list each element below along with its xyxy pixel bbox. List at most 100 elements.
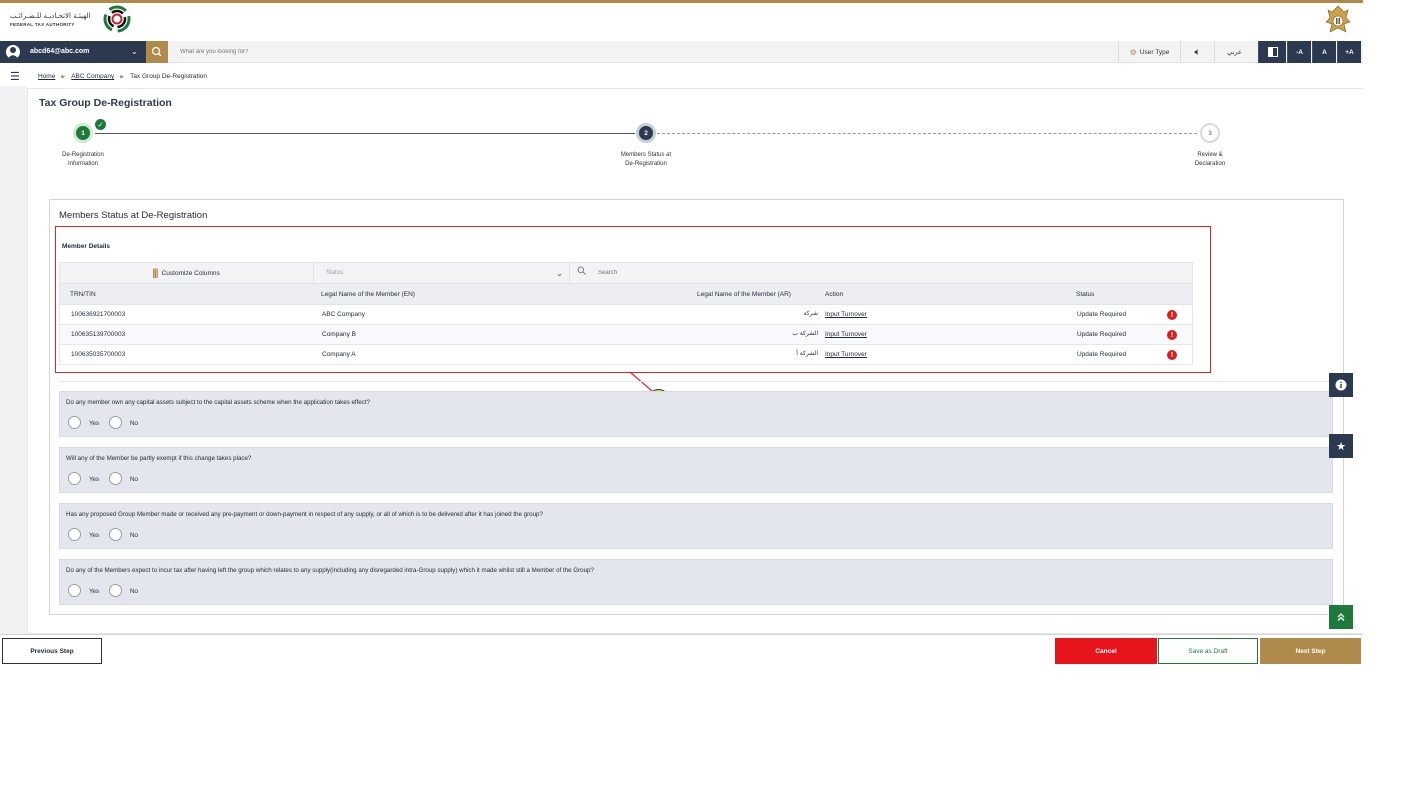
previous-step-button[interactable]: Previous Step — [2, 638, 102, 664]
radio-yes-label: Yes — [89, 532, 100, 539]
radio-no[interactable] — [109, 416, 122, 429]
radio-no-label: No — [130, 532, 138, 539]
radio-no[interactable] — [109, 584, 122, 597]
question-text: Do any member own any capital assets sub… — [66, 399, 370, 406]
radio-no-label: No — [130, 588, 138, 595]
search-icon — [151, 46, 162, 57]
status-filter-select[interactable]: Status ⌄ — [314, 262, 570, 284]
step-2-label-line2: De-Registration — [625, 161, 667, 167]
step-2-label: Members Status at De-Registration — [596, 151, 696, 169]
question-text: Do any of the Members expect to incur ta… — [66, 567, 594, 574]
uae-emblem-icon — [1325, 5, 1351, 33]
customize-columns-label: Customize Columns — [161, 269, 220, 277]
table-header — [59, 284, 1193, 305]
user-type-button[interactable]: ⚙ User Type — [1118, 41, 1180, 63]
global-search-input[interactable] — [168, 41, 768, 63]
left-gutter — [0, 86, 27, 634]
search-button[interactable] — [146, 41, 168, 63]
stepper-line-pending — [657, 133, 1197, 134]
input-turnover-link[interactable]: Input Turnover — [825, 311, 867, 318]
radio-yes[interactable] — [68, 472, 81, 485]
breadcrumb-separator-icon: ▶ — [61, 73, 66, 80]
cancel-button[interactable]: Cancel — [1055, 638, 1157, 664]
cell-name-ar: الشركة أ — [796, 350, 818, 357]
font-decrease-button[interactable]: -A — [1287, 41, 1311, 63]
hamburger-icon[interactable]: ☰ — [10, 70, 20, 83]
next-step-button[interactable]: Next Step — [1260, 638, 1361, 664]
user-menu[interactable]: abcd64@abc.com ⌄ — [0, 41, 146, 63]
cell-status: Update Required — [1077, 331, 1127, 338]
search-icon — [577, 266, 586, 277]
page-title: Tax Group De-Registration — [39, 97, 172, 109]
check-icon: ✓ — [95, 119, 106, 130]
table-row: 100635139700003 Company B الشركة ب Input… — [59, 325, 1193, 345]
save-as-draft-button[interactable]: Save as Draft — [1158, 638, 1258, 664]
radio-no[interactable] — [109, 528, 122, 541]
radio-yes-label: Yes — [89, 420, 100, 427]
user-type-label: User Type — [1139, 48, 1170, 56]
question-partly-exempt: Will any of the Member be partly exempt … — [59, 447, 1333, 493]
language-toggle[interactable]: عربي — [1214, 41, 1254, 63]
step-1-label-line1: De-Registration — [62, 152, 104, 158]
column-header-status[interactable]: Status — [1076, 291, 1094, 298]
breadcrumb: Home ▶ ABC Company ▶ Tax Group De-Regist… — [38, 73, 207, 80]
breadcrumb-home[interactable]: Home — [38, 73, 55, 80]
cell-name-en: Company A — [322, 351, 356, 358]
cell-status: Update Required — [1077, 311, 1127, 318]
chevron-down-icon: ⌄ — [556, 268, 563, 278]
column-header-name-ar[interactable]: Legal Name of the Member (AR) — [697, 291, 791, 298]
radio-yes[interactable] — [68, 528, 81, 541]
user-email: abcd64@abc.com — [30, 48, 90, 55]
card-title: Members Status at De-Registration — [59, 210, 208, 221]
speaker-icon[interactable]: 🔈︎ — [1180, 41, 1214, 63]
cell-name-en: Company B — [322, 331, 356, 338]
contrast-icon[interactable] — [1258, 41, 1286, 63]
step-1-circle[interactable]: 1 — [73, 123, 93, 143]
cell-trn: 100635139700003 — [71, 331, 126, 338]
member-details-title: Member Details — [62, 243, 111, 250]
logo-text-arabic: الهيئـة الاتحـاديـة للـضـرائـب — [10, 12, 91, 20]
table-row: 100635035700003 Company A الشركة أ Input… — [59, 345, 1193, 365]
question-pre-payment: Has any proposed Group Member made or re… — [59, 503, 1333, 549]
column-header-trn[interactable]: TRN/TIN — [70, 291, 96, 298]
step-3-circle[interactable]: 3 — [1200, 123, 1220, 143]
column-header-action[interactable]: Action — [825, 291, 843, 298]
step-3-label-line2: Declaration — [1194, 161, 1226, 167]
logo-text-english: FEDERAL TAX AUTHORITY — [10, 22, 75, 27]
info-icon[interactable] — [1329, 373, 1353, 397]
question-capital-assets: Do any member own any capital assets sub… — [59, 391, 1333, 437]
footer-divider — [0, 634, 1363, 635]
radio-yes[interactable] — [68, 416, 81, 429]
table-row: 100636921700003 ABC Company شركة Input T… — [59, 305, 1193, 325]
breadcrumb-company[interactable]: ABC Company — [71, 73, 114, 80]
alert-icon: ! — [1167, 350, 1177, 360]
radio-yes-label: Yes — [89, 588, 100, 595]
column-header-name-en[interactable]: Legal Name of the Member (EN) — [321, 291, 415, 298]
cell-name-ar: الشركة ب — [792, 330, 818, 337]
step-3-label: Review & Declaration — [1160, 151, 1260, 169]
star-icon[interactable]: ★ — [1329, 434, 1353, 458]
cell-name-ar: شركة — [803, 310, 818, 317]
step-2-circle[interactable]: 2 — [636, 123, 656, 143]
fta-logo-icon — [103, 5, 131, 33]
user-avatar-icon — [6, 45, 20, 59]
radio-no[interactable] — [109, 472, 122, 485]
input-turnover-link[interactable]: Input Turnover — [825, 351, 867, 358]
step-1-label-line2: Information — [67, 161, 98, 167]
customize-columns-button[interactable]: ||| Customize Columns — [59, 262, 314, 284]
breadcrumb-current: Tax Group De-Registration — [130, 73, 208, 80]
cell-status: Update Required — [1077, 351, 1127, 358]
question-incur-tax: Do any of the Members expect to incur ta… — [59, 559, 1333, 605]
cell-trn: 100635035700003 — [71, 351, 126, 358]
cell-name-en: ABC Company — [322, 311, 365, 318]
step-1-label: De-Registration Information — [33, 151, 133, 169]
radio-yes[interactable] — [68, 584, 81, 597]
question-text: Will any of the Member be partly exempt … — [66, 455, 252, 462]
table-search-input[interactable] — [592, 264, 892, 282]
question-text: Has any proposed Group Member made or re… — [66, 511, 543, 518]
input-turnover-link[interactable]: Input Turnover — [825, 331, 867, 338]
font-increase-button[interactable]: +A — [1337, 41, 1361, 63]
font-normal-button[interactable]: A — [1312, 41, 1336, 63]
double-chevron-up-icon[interactable] — [1329, 605, 1353, 629]
radio-yes-label: Yes — [89, 476, 100, 483]
